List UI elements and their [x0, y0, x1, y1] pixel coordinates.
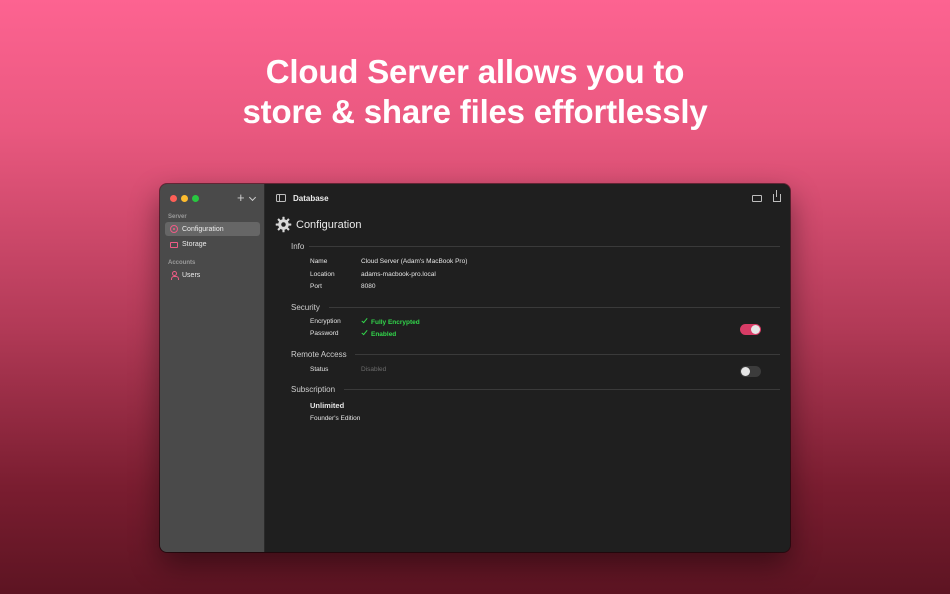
- close-window-button[interactable]: [170, 195, 177, 202]
- subscription-edition: Founder's Edition: [310, 415, 361, 422]
- password-label: Password: [310, 330, 339, 337]
- subscription-plan: Unlimited: [310, 401, 345, 410]
- info-port-label: Port: [310, 283, 322, 290]
- minimize-window-button[interactable]: [181, 195, 188, 202]
- sidebar-item-users[interactable]: Users: [165, 268, 260, 282]
- sidebar-item-label: Storage: [182, 240, 207, 248]
- sidebar-item-label: Users: [182, 271, 201, 279]
- info-location-value: adams-macbook-pro.local: [361, 271, 436, 278]
- remote-access-toggle[interactable]: [740, 366, 761, 377]
- app-window: + Server Configuration Storage Accounts …: [160, 184, 790, 552]
- sidebar-section-accounts: Accounts: [168, 260, 196, 266]
- user-icon: [170, 271, 179, 280]
- encryption-value-text: Fully Encrypted: [371, 319, 420, 326]
- remote-status-value: Disabled: [361, 366, 387, 373]
- sidebar-toggle-icon[interactable]: [276, 194, 286, 202]
- section-title-info: Info: [291, 242, 305, 251]
- divider: [329, 307, 780, 308]
- chevron-down-icon[interactable]: [248, 193, 257, 202]
- share-icon[interactable]: [773, 190, 781, 202]
- toolbar-title: Database: [293, 194, 329, 203]
- info-port-value: 8080: [361, 283, 376, 290]
- section-title-security: Security: [291, 303, 320, 312]
- password-value: Enabled: [361, 328, 397, 338]
- folder-icon[interactable]: [752, 195, 762, 202]
- divider: [309, 246, 780, 247]
- divider: [355, 354, 780, 355]
- divider: [344, 389, 780, 390]
- password-value-text: Enabled: [371, 331, 397, 338]
- encryption-label: Encryption: [310, 318, 341, 325]
- info-name-value: Cloud Server (Adam's MacBook Pro): [361, 258, 468, 265]
- info-name-label: Name: [310, 258, 328, 265]
- sidebar: + Server Configuration Storage Accounts …: [160, 184, 265, 552]
- toggle-knob: [751, 325, 760, 334]
- folder-icon: [170, 241, 178, 248]
- sidebar-item-configuration[interactable]: Configuration: [165, 222, 260, 236]
- checkmark-icon: [361, 328, 368, 336]
- sidebar-section-server: Server: [168, 214, 187, 220]
- gear-icon: [170, 225, 178, 233]
- headline-line-1: Cloud Server allows you to: [265, 53, 685, 90]
- gear-icon: [275, 216, 292, 233]
- main-content: Database Configuration Info Name Cloud S…: [265, 184, 790, 552]
- checkmark-icon: [361, 316, 368, 324]
- encryption-value: Fully Encrypted: [361, 316, 420, 326]
- info-location-label: Location: [310, 271, 335, 278]
- page-header: Configuration: [275, 216, 361, 233]
- page-title: Configuration: [296, 218, 362, 231]
- remote-status-label: Status: [310, 366, 329, 373]
- toggle-knob: [741, 367, 750, 376]
- sidebar-item-label: Configuration: [182, 225, 224, 233]
- window-controls: [170, 195, 199, 202]
- headline-line-2: store & share files effortlessly: [242, 93, 708, 130]
- security-toggle[interactable]: [740, 324, 761, 335]
- add-button[interactable]: +: [237, 191, 245, 204]
- section-title-remote-access: Remote Access: [291, 350, 347, 359]
- zoom-window-button[interactable]: [192, 195, 199, 202]
- section-title-subscription: Subscription: [291, 385, 336, 394]
- headline: Cloud Server allows you to store & share…: [0, 52, 950, 132]
- sidebar-item-storage[interactable]: Storage: [165, 237, 260, 251]
